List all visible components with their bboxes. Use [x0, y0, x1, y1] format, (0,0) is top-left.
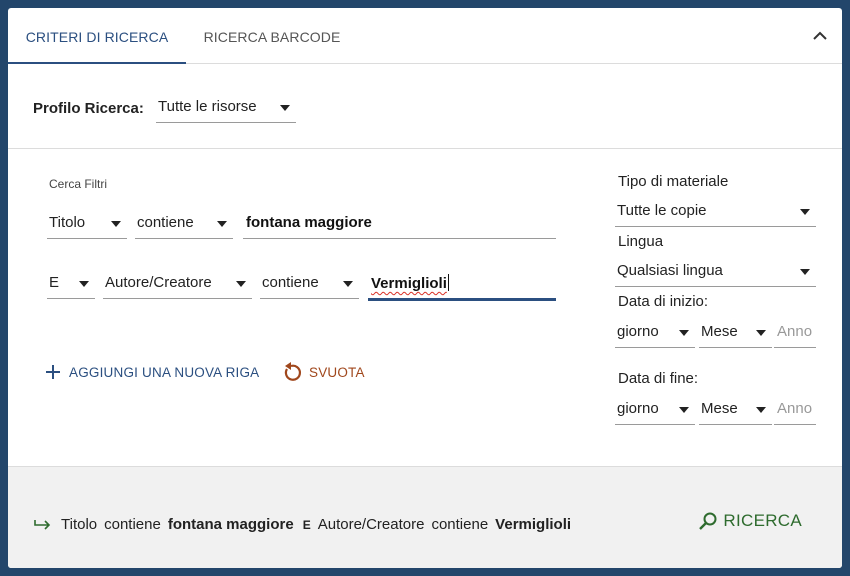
add-row-button[interactable]: AGGIUNGI UNA NUOVA RIGA — [44, 363, 259, 381]
operator-select-value: contiene — [137, 214, 194, 231]
operator-select-row1[interactable]: contiene — [135, 208, 233, 239]
search-panel: CRITERI DI RICERCA RICERCA BARCODE Profi… — [8, 8, 842, 568]
end-date-label: Data di fine: — [618, 370, 699, 387]
summary-value: Vermiglioli — [495, 516, 572, 533]
start-month-select[interactable]: Mese — [699, 317, 772, 348]
end-month-select[interactable]: Mese — [699, 394, 772, 425]
field-select-value: Titolo — [49, 214, 86, 231]
filters-label: Cerca Filtri — [49, 177, 108, 191]
material-type-value: Tutte le copie — [617, 202, 707, 219]
caret-down-icon — [280, 105, 290, 111]
profile-select-value: Tutte le risorse — [158, 98, 257, 115]
plus-icon — [46, 365, 60, 379]
tab-search-criteria[interactable]: CRITERI DI RICERCA — [8, 8, 186, 64]
query-summary: Titolo contiene fontana maggiore E Autor… — [34, 516, 580, 533]
end-year-input[interactable]: Anno — [774, 394, 816, 425]
field-select-row2[interactable]: Autore/Creatore — [103, 268, 252, 299]
search-button[interactable]: RICERCA — [698, 511, 802, 531]
caret-down-icon — [756, 330, 766, 336]
summary-operator: contiene — [431, 516, 489, 533]
tab-barcode-search[interactable]: RICERCA BARCODE — [194, 8, 350, 64]
clear-button[interactable]: SVUOTA — [282, 361, 365, 383]
end-year-placeholder: Anno — [777, 400, 813, 417]
profile-row: Profilo Ricerca: Tutte le risorse — [8, 64, 842, 149]
caret-down-icon — [236, 281, 246, 287]
operator-select-value: contiene — [262, 274, 319, 291]
summary-field: Titolo — [61, 516, 98, 533]
search-term-value: fontana maggiore — [246, 214, 372, 231]
search-footer: Titolo contiene fontana maggiore E Autor… — [8, 466, 842, 568]
start-month-value: Mese — [701, 323, 738, 340]
end-month-value: Mese — [701, 400, 738, 417]
conjunction-select-row2[interactable]: E — [47, 268, 95, 299]
start-day-value: giorno — [617, 323, 659, 340]
material-type-select[interactable]: Tutte le copie — [615, 196, 816, 227]
language-value: Qualsiasi lingua — [617, 262, 723, 279]
search-term-value: Vermiglioli — [371, 275, 447, 292]
search-term-input-row2[interactable]: Vermiglioli — [368, 268, 556, 301]
profile-select[interactable]: Tutte le risorse — [156, 92, 296, 123]
search-term-input-row1[interactable]: fontana maggiore — [243, 208, 556, 239]
language-select[interactable]: Qualsiasi lingua — [615, 256, 816, 287]
operator-select-row2[interactable]: contiene — [260, 268, 359, 299]
start-year-input[interactable]: Anno — [774, 317, 816, 348]
conjunction-select-value: E — [49, 274, 60, 291]
language-label: Lingua — [618, 233, 664, 250]
field-select-value: Autore/Creatore — [105, 274, 212, 291]
material-type-label: Tipo di materiale — [618, 173, 729, 190]
caret-down-icon — [800, 209, 810, 215]
caret-down-icon — [800, 269, 810, 275]
start-date-label: Data di inizio: — [618, 293, 709, 310]
text-cursor — [447, 274, 449, 291]
end-day-select[interactable]: giorno — [615, 394, 695, 425]
profile-label: Profilo Ricerca: — [33, 100, 144, 117]
summary-field: Autore/Creatore — [317, 516, 425, 533]
summary-value: fontana maggiore — [167, 516, 294, 533]
clear-label: SVUOTA — [309, 364, 365, 380]
caret-down-icon — [217, 221, 227, 227]
search-button-label: RICERCA — [723, 511, 802, 530]
caret-down-icon — [111, 221, 121, 227]
caret-down-icon — [679, 330, 689, 336]
chevron-up-icon[interactable] — [808, 24, 832, 48]
field-select-row1[interactable]: Titolo — [47, 208, 127, 239]
search-icon — [699, 512, 717, 530]
summary-operator: contiene — [104, 516, 161, 533]
caret-down-icon — [756, 407, 766, 413]
tab-bar: CRITERI DI RICERCA RICERCA BARCODE — [8, 8, 842, 64]
start-day-select[interactable]: giorno — [615, 317, 695, 348]
start-year-placeholder: Anno — [777, 323, 813, 340]
caret-down-icon — [343, 281, 353, 287]
summary-conjunction: E — [302, 518, 311, 532]
caret-down-icon — [679, 407, 689, 413]
add-row-label: AGGIUNGI UNA NUOVA RIGA — [69, 364, 260, 380]
reset-icon — [284, 362, 302, 381]
end-day-value: giorno — [617, 400, 659, 417]
arrow-right-icon — [34, 519, 51, 530]
caret-down-icon — [79, 281, 89, 287]
